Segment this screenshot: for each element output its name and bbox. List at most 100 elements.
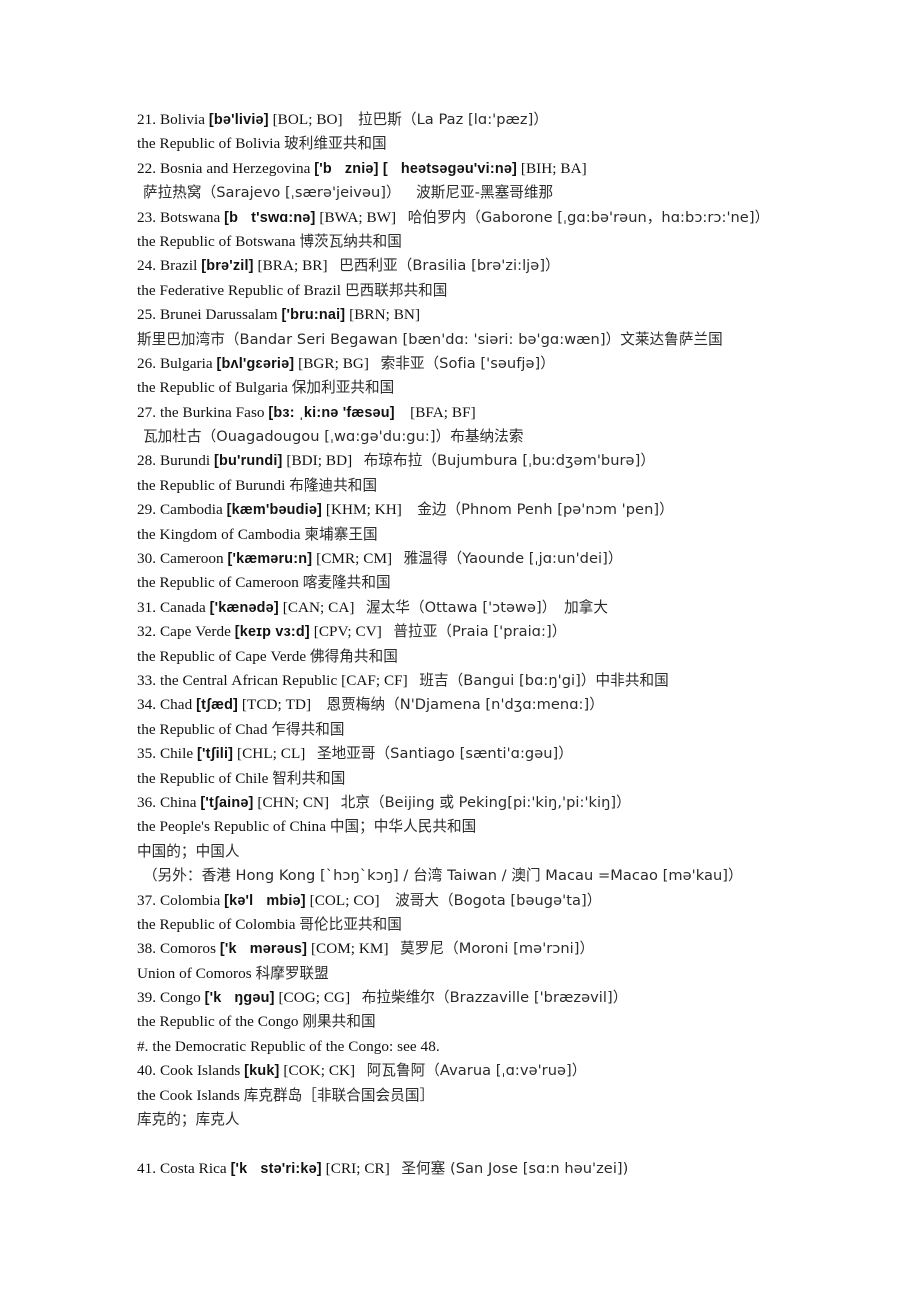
ipa-transcription: zniə] [ <box>344 160 388 177</box>
document-blank-line <box>137 1132 897 1156</box>
latin-text: [BRA; BR] <box>253 257 328 275</box>
latin-text <box>396 209 408 226</box>
missing-glyph-gap <box>221 986 234 1010</box>
ipa-transcription: [brə'zil] <box>201 258 254 275</box>
chinese-text: 博茨瓦纳共和国 <box>299 232 402 250</box>
document-text-line: 27. the Burkina Faso [bɜ: ˌki:nə 'fæsəu]… <box>137 401 897 425</box>
document-text-line: 21. Bolivia [bə'liviə] [BOL; BO] 拉巴斯（La … <box>137 108 897 132</box>
latin-text: 26. Bulgaria <box>137 354 217 372</box>
latin-text: [CMR; CM] <box>312 550 393 568</box>
chinese-text: 科摩罗联盟 <box>255 964 329 982</box>
missing-glyph-gap <box>388 157 401 181</box>
document-text-line: 萨拉热窝（Sarajevo [ˌsærə'jeivəu]） 波斯尼亚-黑塞哥维那 <box>137 181 897 205</box>
chinese-text: 布琼布拉（Bujumbura [ˌbu:dʒəm'burə]） <box>363 452 655 470</box>
latin-text: the Republic of Cape Verde <box>137 647 310 665</box>
document-text-line: 35. Chile ['tʃili] [CHL; CL] 圣地亚哥（Santia… <box>137 742 897 766</box>
latin-text <box>355 1062 367 1079</box>
ipa-transcription: [bʌl'gɛəriə] <box>216 355 295 372</box>
latin-text: [CPV; CV] <box>309 623 382 641</box>
document-text-line: the Republic of Chad 乍得共和国 <box>137 718 897 742</box>
document-text-line: 29. Cambodia [kæm'bəudiə] [KHM; KH] 金边（P… <box>137 498 897 522</box>
chinese-text: （另外：香港 Hong Kong [`hɔŋ`kɔŋ] / 台湾 Taiwan … <box>143 867 743 885</box>
document-text-line: 25. Brunei Darussalam ['bru:nai] [BRN; B… <box>137 303 897 327</box>
ipa-transcription: ['k <box>204 990 222 1007</box>
latin-text <box>392 550 404 567</box>
document-text-line: 库克的；库克人 <box>137 1108 897 1132</box>
latin-text: the Republic of Colombia <box>137 915 300 933</box>
chinese-text: 圣何塞 (San Jose [sɑ:n həu'zei]) <box>401 1159 629 1177</box>
ipa-transcription: ['bru:nai] <box>281 307 346 324</box>
latin-text <box>311 696 326 713</box>
latin-text: 27. the Burkina Faso <box>137 403 269 421</box>
latin-text: 24. Brazil <box>137 257 202 275</box>
document-text-line: 26. Bulgaria [bʌl'gɛəriə] [BGR; BG] 索非亚（… <box>137 352 897 376</box>
ipa-transcription: ['k <box>230 1160 248 1177</box>
latin-text: 22. Bosnia and Herzegovina <box>137 159 315 177</box>
latin-text: the Republic of Chad <box>137 720 272 738</box>
chinese-text: 波哥大（Bogota [bəugə'ta]） <box>395 891 602 909</box>
latin-text: 21. Bolivia <box>137 111 209 128</box>
latin-text: 34. Chad <box>137 696 197 714</box>
latin-text: [COL; CO] <box>305 891 380 909</box>
ipa-transcription: [tʃæd] <box>196 697 239 714</box>
document-text-line: 28. Burundi [bu'rundi] [BDI; BD] 布琼布拉（Bu… <box>137 449 897 473</box>
chinese-text: 布拉柴维尔（Brazzaville ['bræzəvil]） <box>361 989 628 1007</box>
latin-text: the Federative Republic of Brazil <box>137 281 345 299</box>
ipa-transcription: [bu'rundi] <box>213 453 283 470</box>
chinese-text: 莫罗尼（Moroni [mə'rɔni]） <box>400 940 595 958</box>
latin-text: the Kingdom of Cambodia <box>137 525 305 543</box>
chinese-text: 刚果共和国 <box>302 1013 376 1031</box>
latin-text <box>556 599 564 616</box>
latin-text: 40. Cook Islands <box>137 1062 245 1080</box>
document-text-line: the Republic of Cape Verde 佛得角共和国 <box>137 645 897 669</box>
latin-text: the Republic of the Congo <box>137 1013 303 1031</box>
latin-text: [COG; CG] <box>274 989 351 1007</box>
document-text-line: 30. Cameroon ['kæməru:n] [CMR; CM] 雅温得（Y… <box>137 547 897 571</box>
latin-text: [BDI; BD] <box>282 452 353 470</box>
chinese-text: 雅温得（Yaounde [ˌjɑ:un'dei]） <box>403 550 623 568</box>
latin-text: [BWA; BW] <box>315 208 397 226</box>
document-text-line: 瓦加杜古（Ouagadougou [ˌwɑ:gə'du:gu:]）布基纳法索 <box>137 425 897 449</box>
chinese-text: 库克群岛［非联合国会员国］ <box>243 1086 435 1104</box>
latin-text <box>390 1160 402 1177</box>
latin-text: 29. Cambodia <box>137 501 227 519</box>
document-text-line: the Republic of Burundi 布隆迪共和国 <box>137 474 897 498</box>
missing-glyph-gap <box>332 157 345 181</box>
document-text-line: 33. the Central African Republic [CAF; C… <box>137 669 897 693</box>
latin-text: the Republic of Bulgaria <box>137 379 292 397</box>
chinese-text: 柬埔寨王国 <box>304 525 378 543</box>
latin-text <box>369 355 381 372</box>
latin-text <box>305 745 317 762</box>
document-text-line: （另外：香港 Hong Kong [`hɔŋ`kɔŋ] / 台湾 Taiwan … <box>137 864 897 888</box>
latin-text: 33. the Central African Republic [CAF; C… <box>137 671 408 689</box>
latin-text: [BIH; BA] <box>517 159 587 177</box>
chinese-text: 萨拉热窝（Sarajevo [ˌsærə'jeivəu]） <box>143 184 401 202</box>
document-text-line: the Cook Islands 库克群岛［非联合国会员国］ <box>137 1084 897 1108</box>
ipa-transcription: ['kæməru:n] <box>227 551 313 568</box>
ipa-transcription: [bə'liviə] <box>208 112 269 128</box>
chinese-text: 中国的；中国人 <box>137 842 240 860</box>
document-text-line: the Republic of Colombia 哥伦比亚共和国 <box>137 913 897 937</box>
document-text-line: the Republic of Bulgaria 保加利亚共和国 <box>137 376 897 400</box>
chinese-text: 喀麦隆共和国 <box>302 574 391 592</box>
document-page: 21. Bolivia [bə'liviə] [BOL; BO] 拉巴斯（La … <box>0 0 920 1302</box>
document-text-line: #. the Democratic Republic of the Congo:… <box>137 1035 897 1059</box>
chinese-text: 金边（Phnom Penh [pə'nɔm 'pen]） <box>417 501 674 519</box>
document-text-line: 22. Bosnia and Herzegovina ['b zniə] [ h… <box>137 157 897 181</box>
chinese-text: 中国；中华人民共和国 <box>329 818 477 836</box>
latin-text: the People's Republic of China <box>137 818 330 836</box>
chinese-text: 圣地亚哥（Santiago [sænti'ɑ:gəu]） <box>316 745 573 763</box>
chinese-text: 恩贾梅纳（N'Djamena [n'dʒɑ:menɑ:]） <box>326 696 604 714</box>
document-text-line: 34. Chad [tʃæd] [TCD; TD] 恩贾梅纳（N'Djamena… <box>137 693 897 717</box>
chinese-text: 玻利维亚共和国 <box>284 135 387 153</box>
document-text-line: 40. Cook Islands [kuk] [COK; CK] 阿瓦鲁阿（Av… <box>137 1059 897 1083</box>
latin-text: [CAN; CA] <box>278 598 355 616</box>
chinese-text: 哈伯罗内（Gaborone [ˌgɑ:bə'rəun，hɑ:bɔ:rɔ:'ne]… <box>407 208 770 226</box>
latin-text <box>401 184 416 201</box>
chinese-text: 巴西联邦共和国 <box>344 281 448 299</box>
chinese-text: 布隆迪共和国 <box>289 476 378 494</box>
ipa-transcription: [bɜ: ˌki:nə 'fæsəu] <box>268 404 395 421</box>
missing-glyph-gap <box>253 889 266 913</box>
latin-text: 30. Cameroon <box>137 550 228 568</box>
latin-text <box>329 794 341 811</box>
